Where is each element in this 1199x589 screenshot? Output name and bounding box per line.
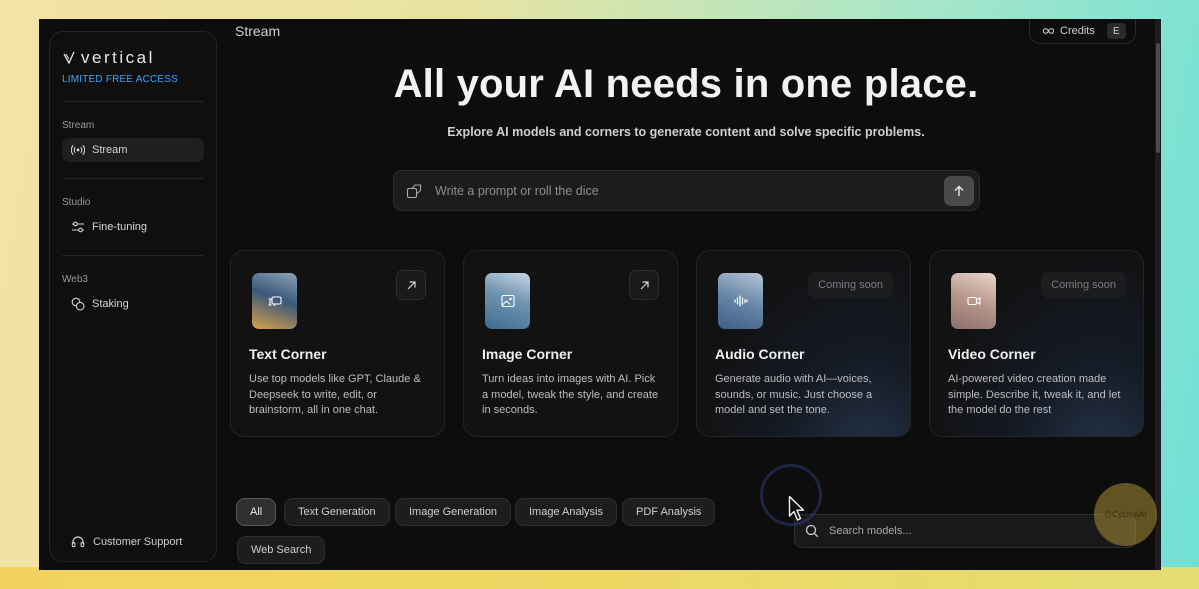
app-window: vertical LIMITED FREE ACCESS Stream Stre…	[39, 19, 1161, 570]
sidebar-item-label: Stream	[92, 144, 128, 156]
sidebar-item-fine-tuning[interactable]: Fine-tuning	[62, 215, 204, 239]
coming-soon-badge: Coming soon	[808, 272, 893, 298]
card-thumbnail	[951, 273, 996, 329]
customer-support-link[interactable]: Customer Support	[71, 535, 182, 549]
card-thumbnail	[252, 273, 297, 329]
image-icon	[500, 294, 515, 308]
card-description: Turn ideas into images with AI. Pick a m…	[482, 373, 659, 416]
open-card-button[interactable]	[629, 270, 659, 300]
mouse-cursor-icon	[788, 495, 805, 521]
infinity-icon	[1042, 28, 1055, 34]
waveform-icon	[733, 295, 748, 307]
brand-name: vertical	[81, 48, 155, 67]
divider	[62, 101, 204, 102]
credits-button[interactable]: Credits E	[1029, 19, 1136, 44]
vertical-logo-icon	[63, 51, 75, 65]
sidebar: vertical LIMITED FREE ACCESS Stream Stre…	[49, 31, 217, 562]
scrollbar-thumb[interactable]	[1156, 43, 1160, 153]
filter-image-generation[interactable]: Image Generation	[395, 498, 512, 526]
search-icon	[805, 524, 819, 538]
chat-icon	[268, 296, 282, 307]
headset-icon	[71, 536, 85, 548]
divider	[62, 178, 204, 179]
open-card-button[interactable]	[396, 270, 426, 300]
hero-subtitle: Explore AI models and corners to generat…	[447, 125, 925, 139]
filter-web-search[interactable]: Web Search	[237, 536, 326, 564]
card-title: Video Corner	[948, 346, 1036, 362]
section-label-stream: Stream	[62, 120, 95, 131]
card-image-corner[interactable]: Image Corner Turn ideas into images with…	[463, 250, 678, 437]
sidebar-item-staking[interactable]: Staking	[62, 292, 204, 316]
dice-icon[interactable]	[406, 183, 422, 199]
logo: vertical	[62, 48, 155, 68]
background-band	[0, 567, 1199, 589]
divider	[62, 255, 204, 256]
model-search	[794, 514, 1136, 548]
search-input[interactable]	[829, 525, 1135, 537]
broadcast-icon	[71, 144, 85, 156]
card-thumbnail	[485, 273, 530, 329]
arrow-up-right-icon	[407, 280, 416, 289]
card-title: Audio Corner	[715, 346, 805, 362]
sidebar-item-label: Staking	[92, 298, 129, 310]
scrollbar-track[interactable]	[1155, 19, 1161, 570]
access-label: LIMITED FREE ACCESS	[62, 74, 179, 85]
coming-soon-badge: Coming soon	[1041, 272, 1126, 298]
avatar[interactable]: E	[1106, 23, 1126, 39]
coins-icon	[71, 297, 85, 311]
sliders-icon	[72, 221, 84, 233]
sidebar-item-label: Fine-tuning	[92, 221, 148, 233]
filter-text-generation[interactable]: Text Generation	[284, 498, 390, 526]
card-thumbnail	[718, 273, 763, 329]
video-icon	[966, 296, 981, 306]
prompt-bar	[393, 170, 980, 211]
card-audio-corner[interactable]: Coming soon Audio Corner Generate audio …	[696, 250, 911, 437]
card-description: AI-powered video creation made simple. D…	[948, 373, 1121, 416]
support-label: Customer Support	[93, 536, 183, 548]
send-button[interactable]	[944, 175, 974, 206]
arrow-up-icon	[954, 185, 964, 196]
card-description: Use top models like GPT, Claude & Deepse…	[249, 373, 421, 416]
watermark-logo: @CyclopAI	[1094, 483, 1157, 546]
page-title: Stream	[235, 23, 281, 39]
card-description: Generate audio with AI—voices, sounds, o…	[715, 373, 873, 416]
section-label-studio: Studio	[62, 197, 91, 208]
section-label-web3: Web3	[62, 274, 88, 285]
filter-image-analysis[interactable]: Image Analysis	[515, 498, 617, 526]
card-title: Image Corner	[482, 346, 573, 362]
sidebar-item-stream[interactable]: Stream	[62, 138, 204, 162]
filter-pdf-analysis[interactable]: PDF Analysis	[622, 498, 716, 526]
prompt-input[interactable]	[435, 183, 944, 198]
arrow-up-right-icon	[640, 280, 649, 289]
card-title: Text Corner	[249, 346, 327, 362]
credits-label: Credits	[1060, 25, 1095, 37]
filter-all[interactable]: All	[236, 498, 277, 526]
card-video-corner[interactable]: Coming soon Video Corner AI-powered vide…	[929, 250, 1144, 437]
hero-title: All your AI needs in one place.	[393, 62, 979, 106]
card-text-corner[interactable]: Text Corner Use top models like GPT, Cla…	[230, 250, 445, 437]
